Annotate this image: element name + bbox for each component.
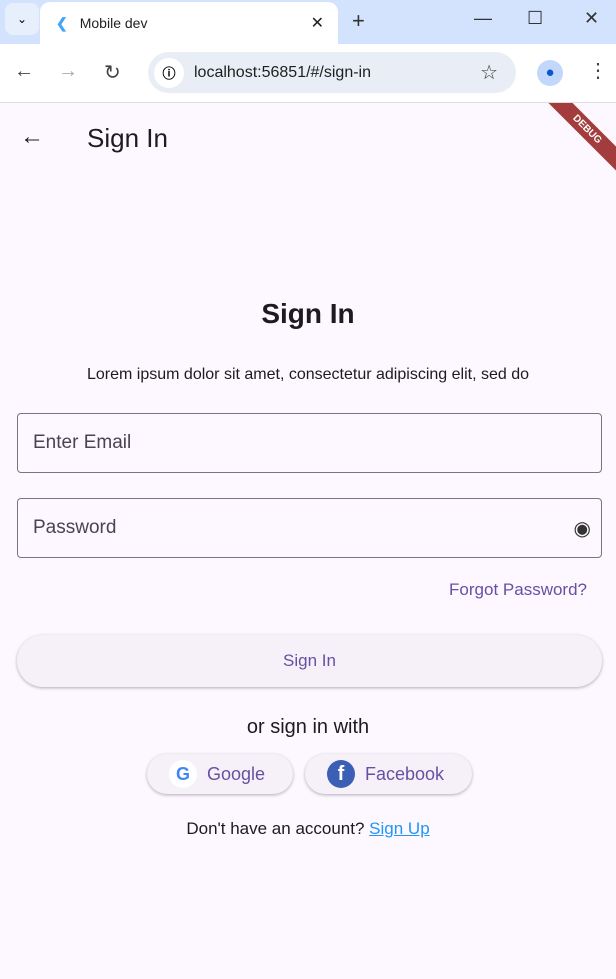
google-icon: G [169,760,197,788]
google-button[interactable]: G Google [147,754,293,794]
info-icon[interactable]: ⓘ [154,57,184,88]
app-bar: ← Sign In [0,103,616,173]
back-icon[interactable]: ← [14,60,34,83]
minimize-icon[interactable]: — [474,8,492,29]
chevron-down-icon: ⌄ [16,12,28,26]
browser-tab[interactable]: ❮ Mobile dev ✕ [40,2,338,44]
close-tab-icon[interactable]: ✕ [311,13,324,33]
tab-search-button[interactable]: ⌄ [5,3,39,35]
signup-prompt: Don't have an account? Sign Up [186,819,430,838]
tab-title: Mobile dev [79,15,148,31]
maximize-icon[interactable]: ☐ [527,8,543,29]
reload-icon[interactable]: ↻ [104,60,121,85]
address-bar[interactable]: ⓘ localhost:56851/#/sign-in ☆ [148,52,516,93]
browser-tab-bar: ⌄ ❮ Mobile dev ✕ + — ☐ ✕ [0,0,616,44]
star-icon[interactable]: ☆ [480,60,498,85]
password-field[interactable]: Password ◉ [17,498,602,558]
description: Lorem ipsum dolor sit amet, consectetur … [87,366,529,383]
or-sign-in-label: or sign in with [246,716,370,738]
profile-icon[interactable]: ● [537,60,563,86]
close-window-icon[interactable]: ✕ [584,8,599,29]
sign-in-button[interactable]: Sign In [17,635,602,687]
back-arrow-icon[interactable]: ← [20,123,44,151]
app-bar-title: Sign In [87,123,168,153]
more-menu-icon[interactable]: ⋮ [588,58,608,83]
new-tab-button[interactable]: + [352,8,365,34]
page-heading: Sign In [261,298,355,329]
visibility-off-icon[interactable]: ◉ [574,516,591,541]
sign-up-link[interactable]: Sign Up [369,819,429,838]
email-field[interactable]: Enter Email [17,413,602,473]
browser-toolbar: ← → ↻ ⓘ localhost:56851/#/sign-in ☆ ● ⋮ [0,44,616,103]
forgot-password-link[interactable]: Forgot Password? [449,580,587,600]
url-text[interactable]: localhost:56851/#/sign-in [194,64,371,82]
facebook-button[interactable]: f Facebook [305,754,472,794]
debug-banner: DEBUG [546,103,616,173]
facebook-icon: f [327,760,355,788]
forward-icon[interactable]: → [58,60,78,83]
flutter-icon: ❮ [56,14,68,31]
